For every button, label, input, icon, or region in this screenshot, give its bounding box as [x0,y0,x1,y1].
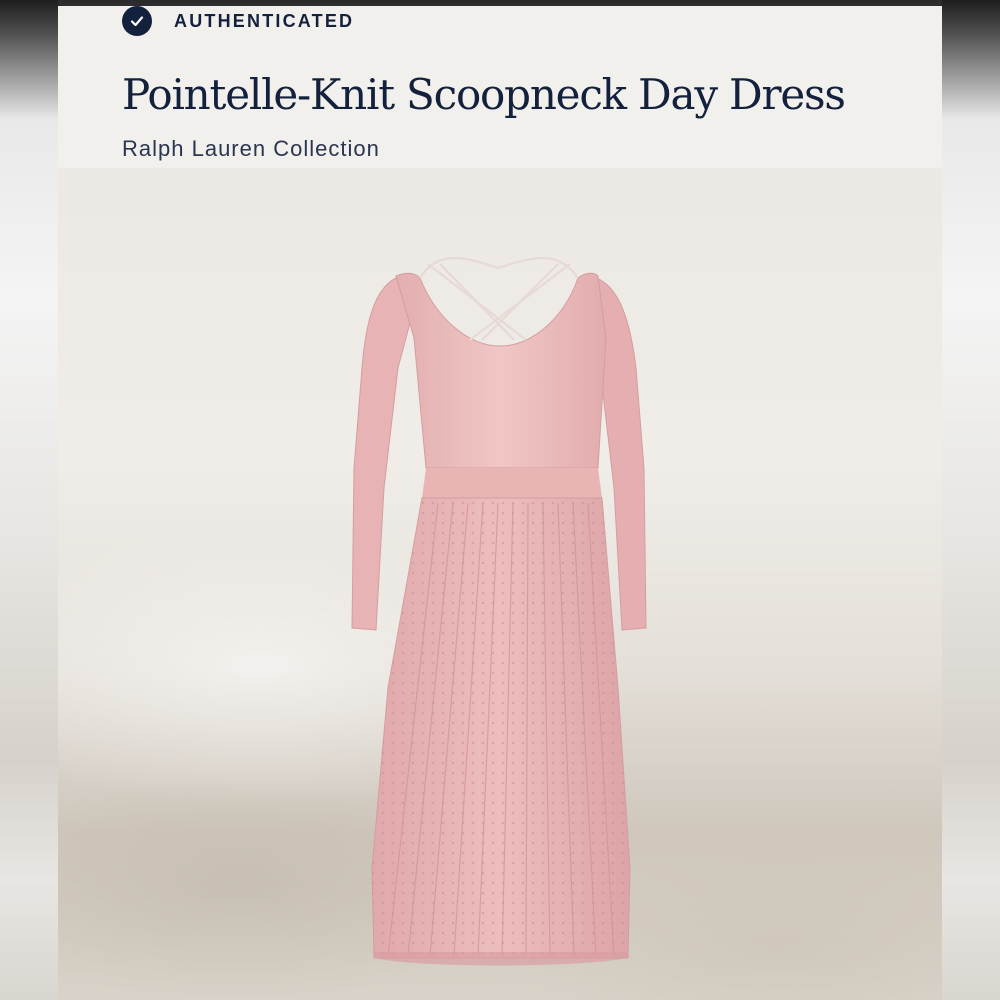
authenticated-label: AUTHENTICATED [174,10,355,31]
product-image[interactable] [58,168,942,1000]
dress-icon [351,256,647,966]
product-title: Pointelle-Knit Scoopneck Day Dress [122,70,846,119]
product-brand[interactable]: Ralph Lauren Collection [122,136,380,162]
product-header: AUTHENTICATED Pointelle-Knit Scoopneck D… [58,6,942,168]
checkmark-icon [122,6,152,36]
authenticated-badge: AUTHENTICATED [122,6,354,36]
screenshot-frame: AUTHENTICATED Pointelle-Knit Scoopneck D… [0,0,1000,1000]
right-blur-band [942,0,1000,1000]
product-card: AUTHENTICATED Pointelle-Knit Scoopneck D… [58,6,942,1000]
left-blur-band [0,0,58,1000]
